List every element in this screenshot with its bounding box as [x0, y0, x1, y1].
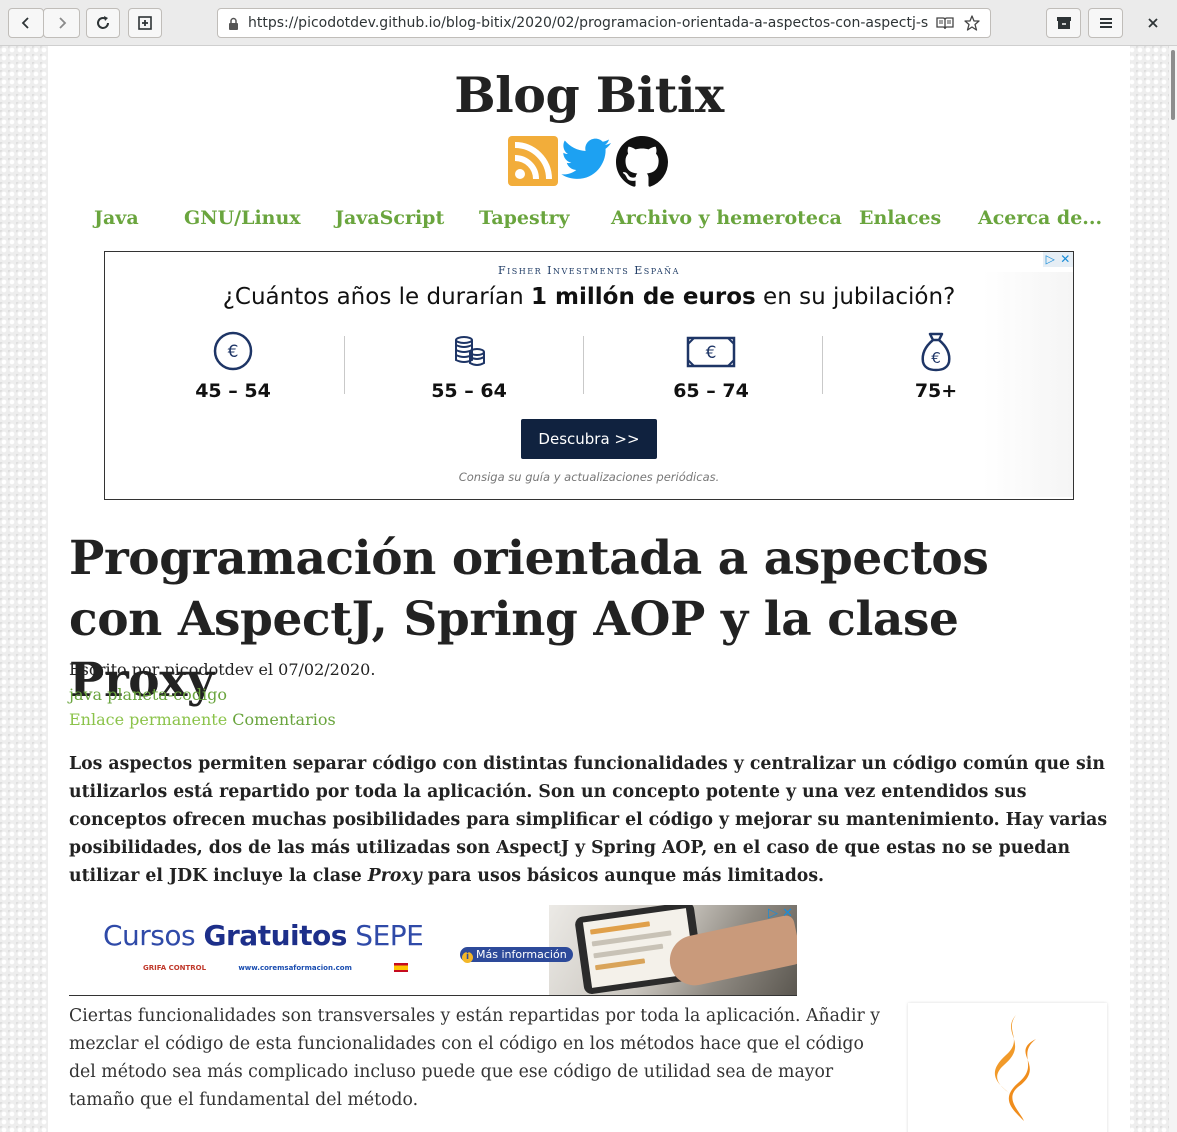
screen-bar: [589, 921, 651, 935]
tag-link[interactable]: java: [69, 685, 102, 704]
post-author-date: Escrito por picodotdev el 07/02/2020.: [69, 660, 376, 679]
scrollbar-thumb[interactable]: [1171, 50, 1175, 120]
lock-icon: [229, 17, 238, 30]
twitter-link[interactable]: [561, 136, 611, 186]
lead-text-end: para usos básicos aunque más limitados.: [421, 866, 825, 886]
address-bar[interactable]: https://picodotdev.github.io/blog-bitix/…: [217, 8, 991, 38]
ad-range-4: € 75+: [876, 330, 996, 402]
ad2-title-bold: Gratuitos: [203, 919, 348, 952]
adchoices-icon[interactable]: ▷: [768, 906, 778, 921]
nav-gnu-linux[interactable]: GNU/Linux: [184, 207, 301, 229]
svg-text:€: €: [931, 349, 941, 367]
ad2-title-end: SEPE: [346, 919, 424, 952]
ad-range-1: € 45 – 54: [173, 330, 293, 402]
nav-java[interactable]: Java: [94, 207, 139, 229]
nav-javascript[interactable]: JavaScript: [335, 207, 444, 229]
sepe-courses-ad[interactable]: Cursos Gratuitos SEPE GRIFA CONTROL www.…: [69, 905, 797, 996]
close-window-button[interactable]: [1143, 12, 1163, 34]
ad-range-label: 75+: [914, 380, 958, 402]
ad2-choices[interactable]: ▷ ✕: [768, 906, 793, 921]
url-text: https://picodotdev.github.io/blog-bitix/…: [248, 15, 928, 31]
ad-note: Consiga su guía y actualizaciones periód…: [458, 470, 720, 484]
ad-range-2: 55 – 64: [409, 330, 529, 402]
new-tab-button[interactable]: [128, 8, 162, 38]
euro-coin-icon: €: [213, 331, 253, 371]
chevron-right-icon: [58, 17, 66, 29]
reload-icon: [97, 16, 109, 29]
java-logo-image: [908, 1003, 1107, 1132]
menu-button[interactable]: [1088, 8, 1123, 38]
new-tab-icon: [138, 16, 152, 30]
logo-coremsa: www.coremsaformacion.com: [238, 963, 352, 972]
ad-headline-bold: 1 millón de euros: [531, 284, 756, 310]
twitter-icon: [561, 138, 611, 179]
ad-range-label: 65 – 74: [673, 380, 749, 402]
ad-headline-text: ¿Cuántos años le durarían: [222, 284, 532, 310]
nav-tapestry[interactable]: Tapestry: [479, 207, 570, 229]
ad2-info-button[interactable]: i Más información: [460, 947, 573, 963]
close-icon: [1148, 18, 1158, 28]
post-lead: Los aspectos permiten separar código con…: [69, 750, 1114, 890]
rss-icon: [514, 142, 552, 180]
bookmark-star-icon[interactable]: [964, 15, 980, 31]
fisher-investments-ad[interactable]: ▷ ✕ Fisher Investments España ¿Cuántos a…: [104, 251, 1074, 500]
github-link[interactable]: [616, 136, 668, 192]
java-flame-icon: [994, 1015, 1036, 1121]
chevron-left-icon: [21, 17, 29, 29]
github-icon: [616, 136, 668, 187]
nav-enlaces[interactable]: Enlaces: [859, 207, 941, 229]
ad-divider: [822, 336, 823, 394]
permalink-link[interactable]: Enlace permanente: [69, 710, 227, 729]
downloads-button[interactable]: [1046, 8, 1081, 38]
hamburger-menu-icon: [1099, 18, 1112, 28]
comments-link[interactable]: Comentarios: [232, 710, 335, 729]
ad2-title-text: Cursos: [103, 919, 204, 952]
post-tags: java planeta-codigo: [69, 685, 227, 704]
ad-divider: [583, 336, 584, 394]
screen-bar: [593, 943, 664, 959]
info-icon: i: [462, 952, 473, 963]
back-button[interactable]: [8, 8, 44, 38]
nav-archivo[interactable]: Archivo y hemeroteca: [611, 207, 842, 229]
ad2-logos: GRIFA CONTROL www.coremsaformacion.com: [143, 963, 412, 972]
tag-link[interactable]: planeta-codigo: [107, 685, 227, 704]
ad-range-label: 55 – 64: [431, 380, 507, 402]
svg-text:€: €: [706, 343, 717, 363]
svg-text:€: €: [228, 342, 239, 362]
reader-mode-icon[interactable]: [936, 16, 954, 30]
ad2-info-label: Más información: [476, 948, 567, 961]
page-viewport: Blog Bitix Java GNU/Linux JavaScript Tap…: [0, 46, 1177, 1132]
lead-proxy-term: Proxy: [367, 866, 422, 886]
reload-button[interactable]: [86, 8, 120, 38]
screen-bar: [594, 958, 646, 971]
spain-flag-icon: [394, 963, 409, 972]
nav-acerca-de[interactable]: Acerca de...: [978, 207, 1102, 229]
post-links: Enlace permanente Comentarios: [69, 710, 336, 729]
ad-range-label: 45 – 54: [195, 380, 271, 402]
ad-divider: [344, 336, 345, 394]
ad-brand: Fisher Investments España: [498, 264, 680, 277]
ad-headline: ¿Cuántos años le durarían 1 millón de eu…: [105, 284, 1073, 310]
page-scrollbar[interactable]: [1169, 46, 1177, 1132]
logo-grifa: GRIFA CONTROL: [143, 963, 207, 972]
coin-stack-icon: [455, 336, 485, 366]
ad-headline-end: en su jubilación?: [755, 284, 956, 310]
page-content: Blog Bitix Java GNU/Linux JavaScript Tap…: [48, 46, 1130, 1132]
ad-range-3: € 65 – 74: [651, 330, 771, 402]
browser-toolbar: https://picodotdev.github.io/blog-bitix/…: [0, 0, 1177, 46]
site-title[interactable]: Blog Bitix: [48, 66, 1130, 124]
banknote-icon: €: [686, 336, 736, 368]
ad-cta-button[interactable]: Descubra >>: [521, 419, 657, 459]
ad2-title: Cursos Gratuitos SEPE: [103, 919, 424, 952]
ad-close-icon[interactable]: ✕: [782, 906, 793, 921]
post-paragraph: Ciertas funcionalidades son transversale…: [69, 1006, 880, 1110]
archive-icon: [1056, 17, 1071, 29]
post-title: Programación orientada a aspectos con As…: [69, 531, 989, 708]
forward-button[interactable]: [43, 8, 80, 38]
rss-feed-link[interactable]: [508, 136, 558, 186]
money-bag-icon: €: [921, 332, 951, 372]
